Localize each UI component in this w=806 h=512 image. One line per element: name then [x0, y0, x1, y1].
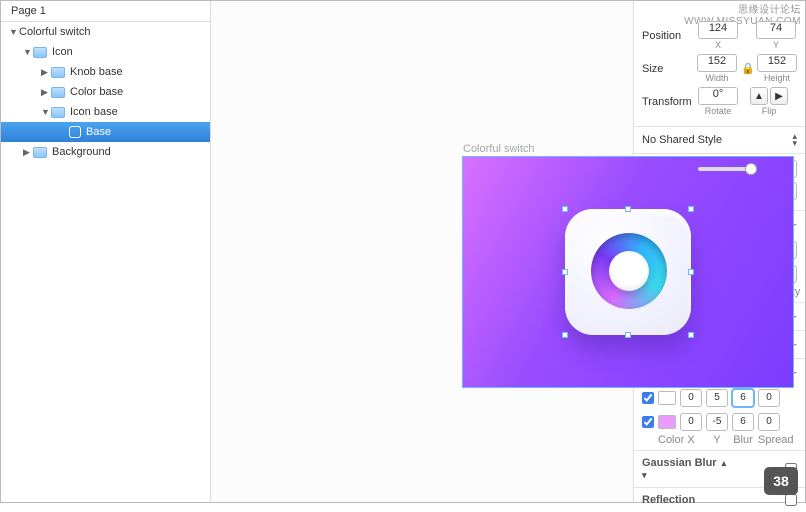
disclosure-arrow-icon[interactable]: ▶: [41, 67, 51, 78]
layer-label: Icon: [52, 46, 73, 58]
layer-label: Knob base: [70, 66, 123, 78]
shadow-blur-input[interactable]: 6: [732, 413, 754, 431]
shadow-spread-input[interactable]: 0: [758, 413, 780, 431]
layer-row[interactable]: ▼Colorful switch: [1, 22, 210, 42]
shadow-spread-input[interactable]: 0: [758, 389, 780, 407]
shadow-enable-checkbox[interactable]: [642, 416, 654, 428]
flip-vertical-button[interactable]: ▶: [770, 87, 788, 105]
position-x-input[interactable]: 124: [698, 21, 738, 39]
layer-label: Base: [86, 126, 111, 138]
transform-label: Transform: [642, 96, 694, 108]
layer-row[interactable]: ▶ Knob base: [1, 62, 210, 82]
opacity-slider[interactable]: [698, 167, 757, 171]
folder-icon: [51, 107, 65, 118]
layer-label: Colorful switch: [19, 26, 91, 38]
shadow-color-swatch[interactable]: [658, 415, 676, 429]
folder-icon: [33, 147, 47, 158]
shadow-x-input[interactable]: 0: [680, 413, 702, 431]
disclosure-arrow-icon[interactable]: ▼: [41, 107, 51, 117]
width-input[interactable]: 152: [697, 54, 737, 72]
layer-tree: ▼Colorful switch▼Icon▶Knob base▶Color ba…: [1, 22, 210, 502]
layer-row[interactable]: ▶ Background: [1, 142, 210, 162]
shadow-x-input[interactable]: 0: [680, 389, 702, 407]
canvas[interactable]: Colorful switch: [211, 1, 633, 502]
shadow-color-swatch[interactable]: [658, 391, 676, 405]
shadow-blur-input[interactable]: 6: [732, 389, 754, 407]
inner-shadow-row: 0 5 6 0: [634, 386, 805, 410]
inner-shadow-row: 0 -5 6 0: [634, 410, 805, 434]
folder-icon: [51, 67, 65, 78]
folder-icon: [51, 87, 65, 98]
artboard-label[interactable]: Colorful switch: [463, 143, 535, 155]
watermark: 思缘设计论坛 WWW.MISSYUAN.COM: [634, 1, 805, 15]
position-label: Position: [642, 30, 694, 42]
folder-icon: [33, 47, 47, 58]
rotate-input[interactable]: 0°: [698, 87, 738, 105]
layer-label: Icon base: [70, 106, 118, 118]
disclosure-arrow-icon[interactable]: ▶: [23, 147, 33, 158]
gaussian-blur-header: Gaussian Blur ▴▾: [642, 457, 726, 481]
shape-icon: [69, 126, 81, 138]
shared-style-select[interactable]: No Shared Style▴▾: [634, 126, 805, 153]
layer-label: Background: [52, 146, 111, 158]
position-y-input[interactable]: 74: [756, 21, 796, 39]
disclosure-arrow-icon[interactable]: ▶: [41, 87, 51, 98]
layer-row[interactable]: ▼ Icon: [1, 42, 210, 62]
reflection-toggle[interactable]: [785, 494, 797, 506]
disclosure-arrow-icon[interactable]: ▼: [23, 47, 33, 57]
selection-handles[interactable]: [565, 209, 691, 335]
disclosure-arrow-icon[interactable]: ▼: [9, 27, 19, 37]
layers-sidebar: Page 1 ▼Colorful switch▼Icon▶Knob base▶C…: [1, 1, 211, 502]
shadow-enable-checkbox[interactable]: [642, 392, 654, 404]
layer-row[interactable]: ▼ Icon base: [1, 102, 210, 122]
size-label: Size: [642, 63, 693, 75]
shadow-y-input[interactable]: 5: [706, 389, 728, 407]
shadow-y-input[interactable]: -5: [706, 413, 728, 431]
layer-label: Color base: [70, 86, 123, 98]
layer-row[interactable]: Base: [1, 122, 210, 142]
reflection-header: Reflection: [642, 494, 695, 506]
height-input[interactable]: 152: [757, 54, 797, 72]
lock-aspect-icon[interactable]: 🔒: [741, 62, 753, 75]
page-selector[interactable]: Page 1: [1, 1, 210, 22]
layer-row[interactable]: ▶ Color base: [1, 82, 210, 102]
flip-horizontal-button[interactable]: ▲: [750, 87, 768, 105]
page-badge: 38: [764, 467, 798, 495]
